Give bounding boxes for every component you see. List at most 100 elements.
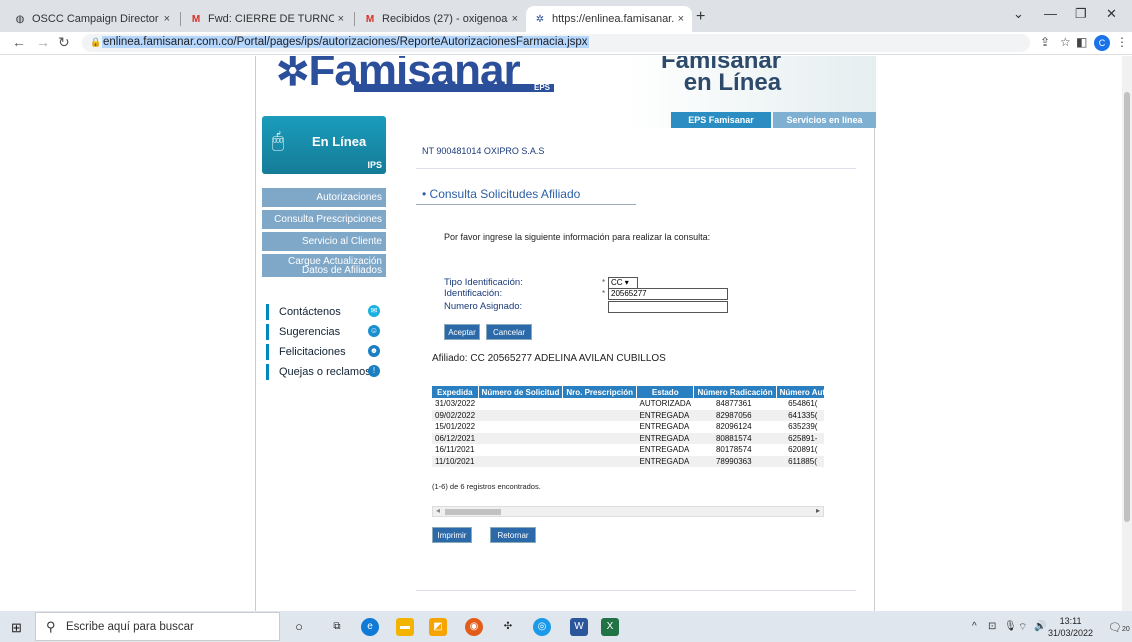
tab-gmail-inbox[interactable]: M Recibidos (27) - oxigenoasesore ×: [356, 6, 526, 32]
scroll-right-icon[interactable]: ▸: [816, 506, 820, 515]
aceptar-button[interactable]: Aceptar: [444, 324, 480, 340]
app-icon[interactable]: ✣: [499, 618, 517, 636]
close-window-icon[interactable]: ✕: [1106, 6, 1117, 22]
tab-gmail-fwd[interactable]: M Fwd: CIERRE DE TURNO 29/03/2 ×: [182, 6, 352, 32]
sidebar-item-autorizaciones[interactable]: Autorizaciones: [262, 188, 386, 208]
table-row[interactable]: 15/01/2022 ENTREGADA 82096124 635239(: [432, 421, 824, 433]
sidepanel-icon[interactable]: ◧: [1076, 35, 1087, 49]
smile-icon: ☻: [368, 345, 380, 357]
tab-oscc[interactable]: ◍ OSCC Campaign Director - Agen ×: [6, 6, 178, 32]
column-header[interactable]: Número Auto: [776, 386, 824, 398]
numero-asignado-label: Numero Asignado:: [444, 301, 523, 312]
tipo-identificacion-label: Tipo Identificación:: [444, 277, 523, 288]
page-vertical-scrollbar[interactable]: [1122, 56, 1132, 611]
tab-search-icon[interactable]: ⌄: [1013, 6, 1024, 22]
volume-icon[interactable]: 🔊: [1034, 621, 1046, 632]
edge-icon[interactable]: e: [361, 618, 379, 636]
mouse-hand-icon: 🖱: [272, 130, 284, 152]
table-row[interactable]: 31/03/2022 AUTORIZADA 84877361 654861(: [432, 398, 824, 410]
solicitudes-table: Expedida Número de Solicitud Nro. Prescr…: [432, 386, 824, 479]
profile-avatar[interactable]: C: [1094, 35, 1110, 51]
identificacion-label: Identificación:: [444, 288, 503, 299]
scrollbar-thumb[interactable]: [445, 509, 501, 515]
chrome-icon[interactable]: ◎: [533, 618, 551, 636]
file-explorer-icon[interactable]: ▬: [396, 618, 414, 636]
scroll-left-icon[interactable]: ◂: [436, 506, 440, 515]
word-icon[interactable]: W: [570, 618, 588, 636]
numero-asignado-input[interactable]: [608, 301, 728, 313]
taskbar-clock[interactable]: 13:11 31/03/2022: [1048, 615, 1093, 639]
task-view-icon[interactable]: ⧉: [328, 618, 346, 636]
required-mark: *: [602, 289, 606, 298]
address-bar-row: ← → ↻ 🔒 enlinea.famisanar.com.co/Portal/…: [0, 32, 1132, 55]
table-row[interactable]: 09/02/2022 ENTREGADA 82987056 641335(: [432, 409, 824, 421]
firefox-icon[interactable]: ◉: [465, 618, 483, 636]
page-viewport: ✲Famisanar EPS Famisanar en Línea EPS Fa…: [0, 56, 1132, 611]
notification-icon[interactable]: 🗨20: [1108, 621, 1130, 634]
table-header-row: Expedida Número de Solicitud Nro. Prescr…: [432, 386, 824, 398]
column-header[interactable]: Número de Solicitud: [478, 386, 564, 398]
identificacion-input[interactable]: 20565277: [608, 288, 728, 300]
tab-famisanar[interactable]: ✲ https://enlinea.famisanar.com.co ×: [526, 6, 692, 32]
portal-page: ✲Famisanar EPS Famisanar en Línea EPS Fa…: [255, 56, 876, 611]
close-tab-icon[interactable]: ×: [164, 13, 170, 25]
close-tab-icon[interactable]: ×: [338, 13, 344, 25]
mic-icon[interactable]: 🎙: [1004, 621, 1017, 632]
bookmark-star-icon[interactable]: ☆: [1060, 35, 1071, 49]
table-horizontal-scrollbar[interactable]: ◂ ▸: [432, 506, 824, 517]
suggestion-icon: ☺: [368, 325, 380, 337]
cancelar-button[interactable]: Cancelar: [486, 324, 532, 340]
wifi-icon[interactable]: ⌔: [1018, 621, 1027, 634]
sidebar-item-sugerencias[interactable]: Sugerencias ☺: [266, 324, 384, 340]
network-tray-icon[interactable]: ⊡: [988, 621, 996, 632]
table-row[interactable]: 16/11/2021 ENTREGADA 80178574 620891(: [432, 444, 824, 456]
minimize-icon[interactable]: —: [1044, 6, 1057, 21]
records-count: (1-6) de 6 registros encontrados.: [432, 482, 541, 491]
required-mark: *: [602, 278, 606, 287]
afiliado-info: Afiliado: CC 20565277 ADELINA AVILAN CUB…: [432, 353, 666, 364]
menu-dots-icon[interactable]: ⋮: [1116, 35, 1128, 49]
main-content: NT 900481014 OXIPRO S.A.S • Consulta Sol…: [416, 126, 856, 606]
ips-nit: NT 900481014 OXIPRO S.A.S: [422, 146, 545, 156]
sidebar-item-quejas[interactable]: Quejas o reclamos !: [266, 364, 384, 380]
scrollbar-thumb[interactable]: [1124, 92, 1130, 522]
cortana-icon[interactable]: ○: [290, 618, 308, 636]
share-icon[interactable]: ⇪: [1040, 35, 1050, 49]
sidebar-item-consulta-prescripciones[interactable]: Consulta Prescripciones: [262, 210, 386, 230]
back-icon[interactable]: ←: [12, 34, 26, 50]
sidebar-item-servicio-cliente[interactable]: Servicio al Cliente: [262, 232, 386, 252]
sidebar-item-cargue-actualizacion[interactable]: Cargue Actualización Datos de Afiliados: [262, 254, 386, 278]
column-header[interactable]: Expedida: [432, 386, 479, 398]
column-header[interactable]: Número Radicación: [693, 386, 777, 398]
alert-icon: !: [368, 365, 380, 377]
excel-icon[interactable]: X: [601, 618, 619, 636]
tray-chevron-icon[interactable]: ^: [972, 621, 977, 632]
sidebar-item-contactenos[interactable]: Contáctenos ✉: [266, 304, 384, 320]
windows-start-icon[interactable]: ⊞: [11, 620, 22, 636]
windows-taskbar: ⊞ ⚲ Escribe aquí para buscar ○ ⧉ e ▬ ◩ ◉…: [0, 611, 1132, 642]
close-tab-icon[interactable]: ×: [678, 13, 684, 25]
reload-icon[interactable]: ↻: [58, 34, 70, 51]
famisanar-icon: ✲: [535, 13, 545, 25]
table-row[interactable]: 11/10/2021 ENTREGADA 78990363 611885(: [432, 455, 824, 467]
new-tab-button[interactable]: +: [696, 8, 705, 26]
table-row[interactable]: 06/12/2021 ENTREGADA 80881574 625891-: [432, 432, 824, 444]
restore-icon[interactable]: ❐: [1075, 6, 1087, 22]
en-linea-box: 🖱 En Línea IPS: [262, 116, 386, 174]
divider: [416, 204, 636, 205]
taskbar-search[interactable]: ⚲ Escribe aquí para buscar: [35, 612, 280, 641]
globe-icon: ◍: [15, 13, 25, 25]
retornar-button[interactable]: Retornar: [490, 527, 536, 543]
page-title: • Consulta Solicitudes Afiliado: [422, 187, 581, 201]
imprimir-button[interactable]: Imprimir: [432, 527, 472, 543]
lock-icon: 🔒: [90, 37, 102, 47]
column-header[interactable]: Estado: [636, 386, 695, 398]
url-field[interactable]: 🔒 enlinea.famisanar.com.co/Portal/pages/…: [82, 34, 1030, 52]
chevron-down-icon: ▾: [624, 278, 629, 287]
close-tab-icon[interactable]: ×: [512, 13, 518, 25]
column-header[interactable]: Nro. Prescripción: [562, 386, 638, 398]
envelope-icon: ✉: [368, 305, 380, 317]
sticky-app-icon[interactable]: ◩: [429, 618, 447, 636]
sidebar-item-felicitaciones[interactable]: Felicitaciones ☻: [266, 344, 384, 360]
forward-icon[interactable]: →: [36, 34, 50, 50]
